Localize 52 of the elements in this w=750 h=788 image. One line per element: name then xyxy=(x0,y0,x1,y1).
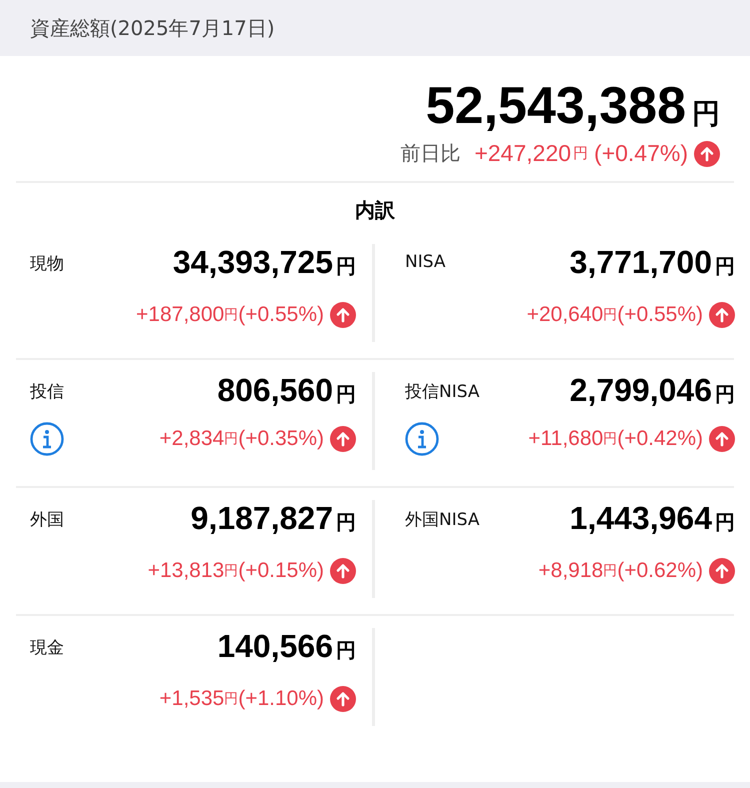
category-amount: 9,187,827 xyxy=(190,500,333,537)
amount-unit: 円 xyxy=(336,381,356,408)
category-label: 外国 xyxy=(30,509,64,531)
category-label: 現金 xyxy=(30,637,64,659)
amount-unit: 円 xyxy=(715,381,735,408)
category-amount: 1,443,964 xyxy=(570,500,712,537)
change-label: 前日比 xyxy=(400,140,460,167)
change-percent: (+1.10%) xyxy=(238,687,324,711)
change-percent: (+0.42%) xyxy=(617,427,703,451)
category-amount: 2,799,046 xyxy=(570,372,712,409)
change-value: +247,220 xyxy=(474,140,572,167)
category-label: 現物 xyxy=(30,253,64,275)
change-value: +2,834 xyxy=(159,427,224,451)
total-unit: 円 xyxy=(692,96,720,132)
change-percent: (+0.35%) xyxy=(238,427,324,451)
change-unit: 円 xyxy=(224,306,238,324)
change-unit: 円 xyxy=(603,562,618,580)
category-label: 投信NISA xyxy=(405,381,480,403)
change-unit: 円 xyxy=(224,430,238,448)
change-percent: (+0.47%) xyxy=(594,140,688,167)
amount-unit: 円 xyxy=(715,253,735,280)
header-title: 資産総額(2025年7月17日) xyxy=(30,14,275,42)
change-value: +13,813 xyxy=(148,559,224,583)
amount-unit: 円 xyxy=(336,253,356,280)
change-percent: (+0.62%) xyxy=(617,559,703,583)
change-unit: 円 xyxy=(603,306,618,324)
change-unit: 円 xyxy=(573,144,588,163)
category-amount: 3,771,700 xyxy=(570,244,712,281)
category-amount: 140,566 xyxy=(217,628,333,665)
total-amount: 52,543,388 xyxy=(426,76,686,136)
change-value: +187,800 xyxy=(136,303,224,327)
change-value: +20,640 xyxy=(526,303,604,327)
change-percent: (+0.55%) xyxy=(617,303,703,327)
change-unit: 円 xyxy=(224,562,238,580)
category-amount: 806,560 xyxy=(217,372,333,409)
change-percent: (+0.55%) xyxy=(238,303,324,327)
category-label: 外国NISA xyxy=(405,509,480,531)
change-unit: 円 xyxy=(603,430,618,448)
info-icon[interactable] xyxy=(405,422,439,456)
category-label: NISA xyxy=(405,252,446,272)
amount-unit: 円 xyxy=(336,509,356,536)
change-percent: (+0.15%) xyxy=(238,559,324,583)
amount-unit: 円 xyxy=(715,509,735,536)
change-value: +8,918 xyxy=(538,559,604,583)
breakdown-title: 内訳 xyxy=(355,198,395,222)
change-unit: 円 xyxy=(224,690,238,708)
info-icon[interactable] xyxy=(30,422,64,456)
amount-unit: 円 xyxy=(336,637,356,664)
category-label: 投信 xyxy=(30,381,64,403)
change-value: +1,535 xyxy=(159,687,224,711)
category-amount: 34,393,725 xyxy=(172,244,333,281)
change-value: +11,680 xyxy=(528,427,604,451)
